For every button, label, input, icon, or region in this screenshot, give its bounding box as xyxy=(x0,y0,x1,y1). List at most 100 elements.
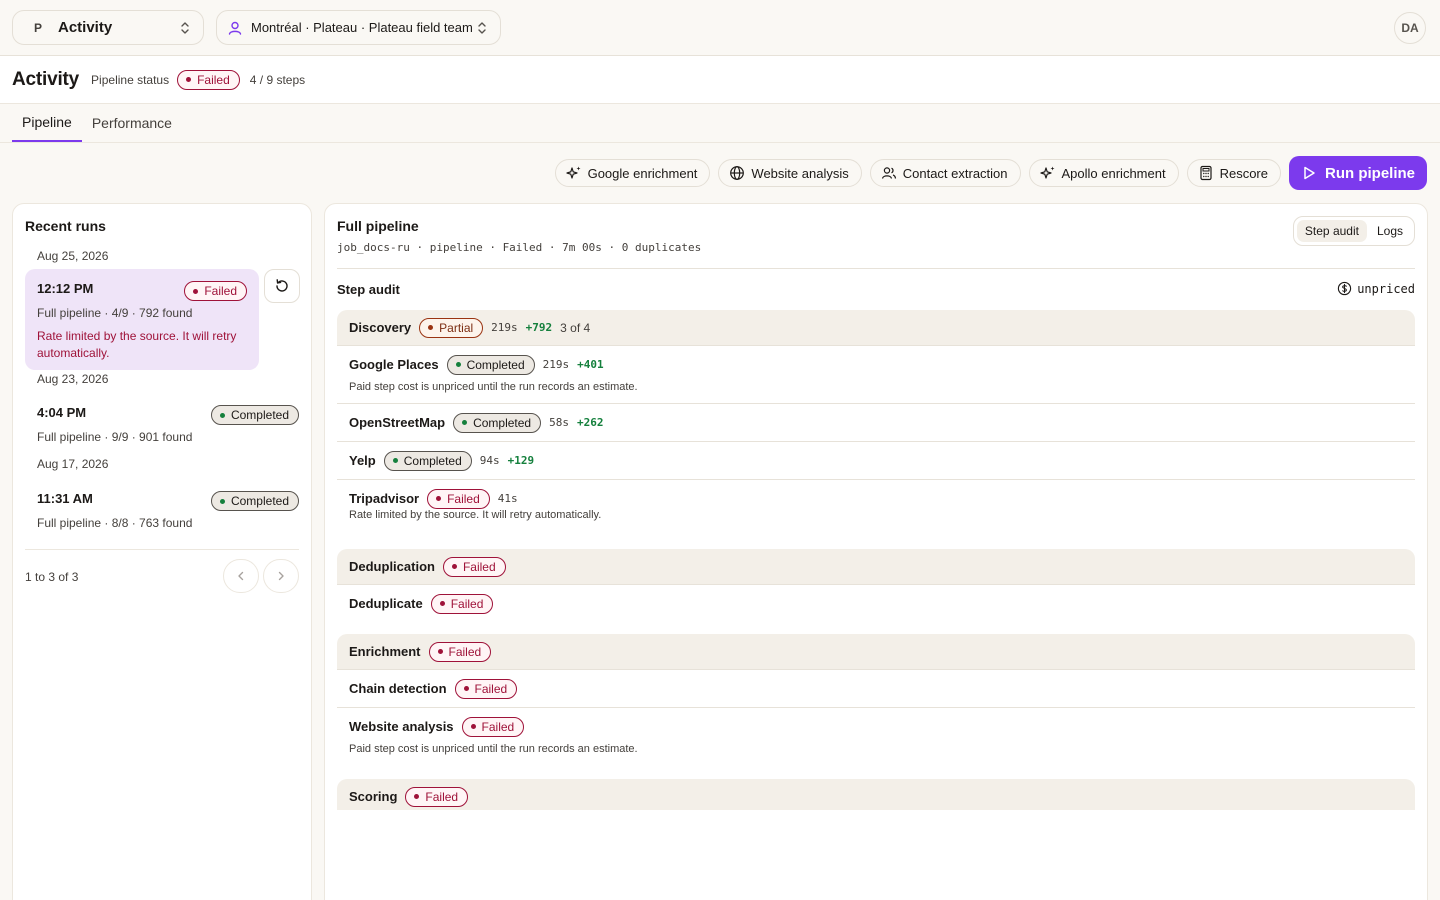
sparkles-icon xyxy=(565,166,581,179)
run-date: Aug 17, 2026 xyxy=(37,457,109,471)
tab-pipeline[interactable]: Pipeline xyxy=(12,104,82,142)
status-dot xyxy=(437,649,443,654)
step-status-badge: Failed xyxy=(430,593,494,614)
run-item-selected[interactable]: 12:12 PM Failed Full pipeline · 4/9 · 79… xyxy=(25,269,259,370)
step-name: Tripadvisor xyxy=(349,491,420,506)
cost-indicator: unpriced xyxy=(1337,281,1415,296)
rescore-label: Rescore xyxy=(1219,165,1268,181)
step-name: Google Places xyxy=(349,357,439,372)
step-chain-detection[interactable]: Chain detection Failed xyxy=(337,670,1415,708)
page-header: Activity Pipeline status Failed 4 / 9 st… xyxy=(0,56,1440,104)
chevron-left-icon xyxy=(238,571,244,581)
run-status-badge: Completed xyxy=(210,491,299,511)
step-duration: 58s xyxy=(549,416,569,429)
pipeline-status-label: Pipeline status xyxy=(91,72,170,87)
website-analysis-label: Website analysis xyxy=(751,165,849,181)
status-dot xyxy=(414,794,420,799)
status-dot xyxy=(455,362,461,367)
run-meta: Full pipeline · 4/9 · 792 found xyxy=(37,306,193,320)
step-name: Deduplicate xyxy=(349,596,423,611)
contact-extraction-button[interactable]: Contact extraction xyxy=(869,159,1021,187)
status-text: Completed xyxy=(403,453,462,468)
status-text: Partial xyxy=(439,320,474,335)
dollar-icon xyxy=(1338,281,1352,296)
group-discovery[interactable]: Discovery Partial 219s +792 3 of 4 xyxy=(337,310,1415,346)
status-text: Completed xyxy=(466,357,525,372)
apollo-enrichment-button[interactable]: Apollo enrichment xyxy=(1028,159,1179,187)
step-website-analysis[interactable]: Website analysis Failed Paid step cost i… xyxy=(337,708,1415,765)
run-date: Aug 25, 2026 xyxy=(37,249,109,263)
team-switcher[interactable]: Montréal · Plateau · Plateau field team xyxy=(216,10,501,45)
sparkles-icon xyxy=(1039,166,1055,179)
pipeline-steps-count: 4 / 9 steps xyxy=(249,72,306,87)
recent-runs-panel: Recent runs Aug 25, 2026 12:12 PM Failed… xyxy=(12,203,312,900)
step-name: Website analysis xyxy=(349,719,454,734)
group-enrichment[interactable]: Enrichment Failed xyxy=(337,634,1415,670)
group-scoring[interactable]: Scoring Failed xyxy=(337,779,1415,810)
group-status-badge: Partial xyxy=(419,317,484,338)
step-google-places[interactable]: Google Places Completed 219s +401 Paid s… xyxy=(337,346,1415,404)
status-dot xyxy=(219,498,225,504)
page-title: Activity xyxy=(12,68,80,90)
run-status-badge: Completed xyxy=(210,405,299,425)
status-dot xyxy=(462,420,468,425)
status-dot xyxy=(451,564,457,569)
step-audit-title: Step audit xyxy=(337,282,400,297)
step-gain: +401 xyxy=(577,358,604,371)
step-gain: +129 xyxy=(507,454,535,467)
prev-page-button[interactable] xyxy=(223,559,259,593)
group-status-badge: Failed xyxy=(405,786,469,807)
status-text: Completed xyxy=(230,408,289,422)
contact-extraction-label: Contact extraction xyxy=(902,165,1008,181)
rescore-button[interactable]: Rescore xyxy=(1186,159,1281,187)
tabs-divider xyxy=(0,142,1440,143)
logs-toggle[interactable]: Logs xyxy=(1369,220,1411,242)
user-icon xyxy=(228,21,242,35)
project-switcher[interactable]: P Activity xyxy=(12,10,204,45)
step-gain: +262 xyxy=(576,416,604,429)
step-note: Paid step cost is unpriced until the run… xyxy=(349,743,638,755)
run-pipeline-button[interactable]: Run pipeline xyxy=(1289,156,1427,190)
status-text: Failed xyxy=(197,72,230,87)
status-dot xyxy=(439,601,445,606)
run-status-badge: Failed xyxy=(184,281,247,301)
tab-performance[interactable]: Performance xyxy=(82,104,182,142)
retry-button[interactable] xyxy=(264,269,300,303)
run-item[interactable]: 11:31 AM Completed Full pipeline · 8/8 ·… xyxy=(25,479,311,537)
user-avatar[interactable]: DA xyxy=(1394,12,1426,44)
next-page-button[interactable] xyxy=(263,559,299,593)
step-audit-toggle[interactable]: Step audit xyxy=(1296,220,1367,242)
step-status-badge: Failed xyxy=(461,716,525,737)
google-enrichment-button[interactable]: Google enrichment xyxy=(554,159,711,187)
run-detail-panel: Full pipeline job_docs-ru · pipeline · F… xyxy=(324,203,1428,900)
group-duration: 219s xyxy=(491,321,518,334)
status-text: Completed xyxy=(473,415,532,430)
status-dot xyxy=(186,77,192,82)
group-status-badge: Failed xyxy=(428,641,492,662)
step-yelp[interactable]: Yelp Completed 94s +129 xyxy=(337,442,1415,480)
group-deduplication[interactable]: Deduplication Failed xyxy=(337,549,1415,585)
step-status-badge: Completed xyxy=(453,412,542,433)
step-deduplicate[interactable]: Deduplicate Failed xyxy=(337,585,1415,622)
cost-text: unpriced xyxy=(1357,281,1415,296)
step-status-badge: Completed xyxy=(446,354,535,375)
group-gain: +792 xyxy=(525,321,553,334)
recent-runs-title: Recent runs xyxy=(25,218,106,234)
play-icon xyxy=(1304,166,1315,180)
step-openstreetmap[interactable]: OpenStreetMap Completed 58s +262 xyxy=(337,404,1415,442)
run-item[interactable]: 4:04 PM Completed Full pipeline · 9/9 · … xyxy=(25,393,311,451)
status-dot xyxy=(470,724,476,729)
step-tripadvisor[interactable]: Tripadvisor Failed 41s Rate limited by t… xyxy=(337,480,1415,531)
run-pipeline-label: Run pipeline xyxy=(1325,164,1415,182)
step-status-badge: Failed xyxy=(454,678,518,699)
run-date: Aug 23, 2026 xyxy=(37,372,109,386)
status-dot xyxy=(219,412,225,418)
action-toolbar: Google enrichment Website analysis Conta… xyxy=(554,156,1427,190)
google-enrichment-label: Google enrichment xyxy=(587,165,698,181)
status-dot xyxy=(428,325,434,330)
globe-icon xyxy=(730,166,745,180)
status-text: Completed xyxy=(230,494,289,508)
run-meta: Full pipeline · 9/9 · 901 found xyxy=(37,430,193,444)
status-text: Failed xyxy=(481,719,515,734)
website-analysis-button[interactable]: Website analysis xyxy=(718,159,862,187)
